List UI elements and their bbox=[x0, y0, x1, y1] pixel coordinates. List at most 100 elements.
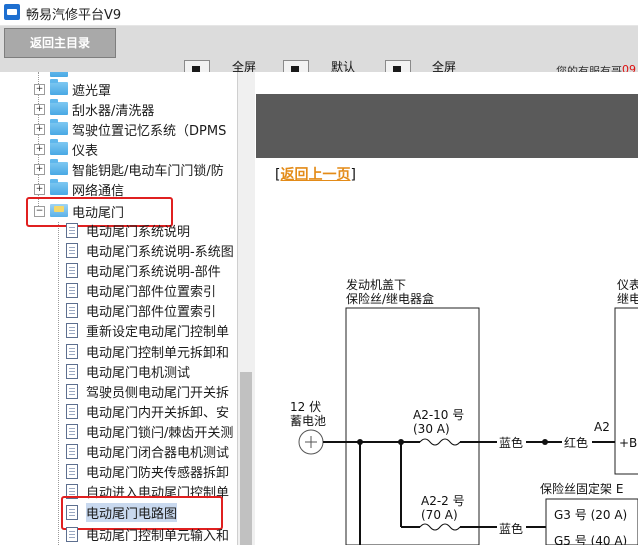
folder-icon bbox=[50, 119, 68, 135]
document-icon bbox=[66, 384, 78, 399]
tree-doc-label: 电动尾门系统说明-部件 bbox=[86, 265, 221, 280]
tree-doc-label: 电动尾门电机测试 bbox=[86, 366, 191, 381]
tree-doc-label: 电动尾门防夹传感器拆卸 bbox=[86, 466, 230, 481]
tree-folder-row[interactable]: + 遮光罩 bbox=[0, 79, 237, 99]
fuse1-amp: (30 A) bbox=[413, 422, 450, 436]
tree-folder-row[interactable]: + 刮水器/清洗器 bbox=[0, 99, 237, 119]
document-icon bbox=[66, 263, 78, 278]
fuse-g3: G3 号 (20 A) bbox=[554, 508, 627, 522]
tree-folder-label: 仪表 bbox=[72, 144, 99, 159]
tree-doc-row[interactable]: 电动尾门系统说明-系统图 bbox=[0, 240, 237, 260]
fullscreen-right-button[interactable] bbox=[385, 60, 411, 72]
wire-color-blue: 蓝色 bbox=[499, 436, 523, 450]
document-icon bbox=[66, 424, 78, 439]
document-icon bbox=[66, 344, 78, 359]
tree-folder-row[interactable]: + 驾驶位置记忆系统（DPMS bbox=[0, 119, 237, 139]
folder-icon bbox=[50, 139, 68, 155]
fuse2-name: A2-2 号 bbox=[421, 494, 465, 508]
content-pane: [返回上一页] 发动机盖下 保险丝/继电器盒 仪表 继电 12 伏 蓄电池 A2… bbox=[256, 72, 638, 545]
default-view-button[interactable] bbox=[283, 60, 309, 72]
terminal-plus-b: +B bbox=[619, 436, 637, 450]
folder-icon bbox=[50, 99, 68, 115]
default-view-label: 默认 bbox=[331, 60, 356, 72]
folder-icon bbox=[50, 179, 68, 195]
tree-doc-row[interactable]: 电动尾门部件位置索引 bbox=[0, 280, 237, 300]
tree-doc-label: 电动尾门闭合器电机测试 bbox=[86, 446, 230, 461]
tree-doc-row[interactable]: 电动尾门控制单元输入和 bbox=[0, 524, 237, 544]
tree-folder-label: 刮水器/清洗器 bbox=[72, 104, 155, 119]
document-icon bbox=[66, 364, 78, 379]
fuse2-symbol bbox=[419, 523, 461, 531]
fullscreen-toggle-button[interactable] bbox=[184, 60, 210, 72]
expand-icon[interactable]: + bbox=[34, 124, 45, 135]
tree-folder-row[interactable]: + 智能钥匙/电动车门门锁/防 bbox=[0, 159, 237, 179]
tree-doc-row[interactable]: 电动尾门控制单元拆卸和 bbox=[0, 341, 237, 361]
tree-doc-row[interactable]: 电动尾门锁闩/棘齿开关测 bbox=[0, 421, 237, 441]
toolbar: 返回主目录 全屏 默认 全屏 您的有服有哥 09 bbox=[0, 26, 638, 72]
tree-folder-label: 遮光罩 bbox=[72, 84, 112, 99]
document-icon bbox=[66, 283, 78, 298]
document-icon bbox=[66, 527, 78, 542]
tree-doc-row[interactable]: 驾驶员侧电动尾门开关拆 bbox=[0, 381, 237, 401]
content-header-band bbox=[256, 94, 638, 158]
tree-doc-label: 电动尾门部件位置索引 bbox=[86, 305, 217, 320]
document-icon bbox=[66, 323, 78, 338]
document-icon bbox=[66, 404, 78, 419]
fuse-box-title-2: 保险丝/继电器盒 bbox=[346, 291, 434, 306]
app-logo-icon bbox=[4, 4, 20, 20]
return-link-wrapper: [返回上一页] bbox=[275, 164, 356, 184]
tree-doc-row[interactable]: 重新设定电动尾门控制单 bbox=[0, 320, 237, 340]
tree-doc-row[interactable]: 电动尾门防夹传感器拆卸 bbox=[0, 461, 237, 481]
window-title: 畅易汽修平台V9 bbox=[26, 8, 122, 23]
tree-doc-row[interactable]: 电动尾门部件位置索引 bbox=[0, 300, 237, 320]
tree-doc-label: 电动尾门系统说明 bbox=[86, 225, 191, 240]
battery-label-1: 12 伏 bbox=[290, 400, 321, 414]
tree-doc-row[interactable]: 电动尾门内开关拆卸、安 bbox=[0, 401, 237, 421]
tree-doc-row[interactable]: 电动尾门电机测试 bbox=[0, 361, 237, 381]
return-previous-link[interactable]: 返回上一页 bbox=[280, 167, 350, 183]
tree-scrollbar-thumb[interactable] bbox=[240, 372, 252, 545]
fuse2-amp: (70 A) bbox=[421, 508, 458, 522]
fuse-g5: G5 号 (40 A) bbox=[554, 534, 627, 545]
back-to-main-button[interactable]: 返回主目录 bbox=[4, 28, 116, 58]
user-info-text: 您的有服有哥 bbox=[556, 65, 622, 72]
tree-doc-label: 电动尾门控制单元输入和 bbox=[86, 529, 230, 544]
expand-icon[interactable]: + bbox=[34, 164, 45, 175]
tree-folder-row[interactable]: + 网络通信 bbox=[0, 179, 237, 199]
connector-a2: A2 bbox=[594, 420, 610, 434]
tree-doc-label: 驾驶员侧电动尾门开关拆 bbox=[86, 386, 230, 401]
tree-folder-row[interactable]: + 仪表 bbox=[0, 139, 237, 159]
tree-doc-label: 电动尾门部件位置索引 bbox=[86, 285, 217, 300]
tree-doc-label: 重新设定电动尾门控制单 bbox=[86, 325, 230, 340]
wire-color-red: 红色 bbox=[564, 435, 588, 450]
tree-folder-label: 智能钥匙/电动车门门锁/防 bbox=[72, 164, 224, 179]
title-bar: 畅易汽修平台V9 bbox=[0, 0, 638, 26]
document-icon bbox=[66, 303, 78, 318]
fuse-box-title-1: 发动机盖下 bbox=[346, 277, 406, 292]
fuse-holder-title: 保险丝固定架 E bbox=[540, 481, 623, 496]
fullscreen-label: 全屏 bbox=[232, 60, 257, 72]
expand-icon[interactable]: + bbox=[34, 144, 45, 155]
battery-label-2: 蓄电池 bbox=[290, 414, 326, 428]
tree-doc-label: 电动尾门锁闩/棘齿开关测 bbox=[86, 426, 234, 441]
fuse1-symbol bbox=[419, 438, 461, 446]
catalog-tree: + 遮光罩 + 刮水器/清洗器 + 驾驶位置记忆系统（DPMS + 仪表 + 智… bbox=[0, 72, 238, 545]
user-info-count: 09 bbox=[622, 63, 636, 72]
wire-color-blue-2: 蓝色 bbox=[499, 522, 523, 536]
tree-doc-row[interactable]: 电动尾门系统说明 bbox=[0, 220, 237, 240]
fullscreen-right-label: 全屏 bbox=[432, 60, 457, 72]
document-icon bbox=[66, 223, 78, 238]
expand-icon[interactable]: + bbox=[34, 104, 45, 115]
bracket: ] bbox=[350, 167, 356, 183]
tree-doc-label: 电动尾门内开关拆卸、安 bbox=[86, 406, 230, 421]
tree-doc-row[interactable]: 电动尾门闭合器电机测试 bbox=[0, 441, 237, 461]
relay-box-title-2: 继电 bbox=[617, 292, 638, 306]
folder-icon bbox=[50, 79, 68, 95]
expand-icon[interactable]: + bbox=[34, 84, 45, 95]
circuit-diagram: 发动机盖下 保险丝/继电器盒 仪表 继电 12 伏 蓄电池 A2-10 号 (3… bbox=[290, 277, 638, 545]
expand-icon[interactable]: + bbox=[34, 184, 45, 195]
document-icon bbox=[66, 243, 78, 258]
document-icon bbox=[66, 444, 78, 459]
tree-doc-row[interactable]: 电动尾门系统说明-部件 bbox=[0, 260, 237, 280]
tree-doc-label: 电动尾门控制单元拆卸和 bbox=[86, 346, 230, 361]
